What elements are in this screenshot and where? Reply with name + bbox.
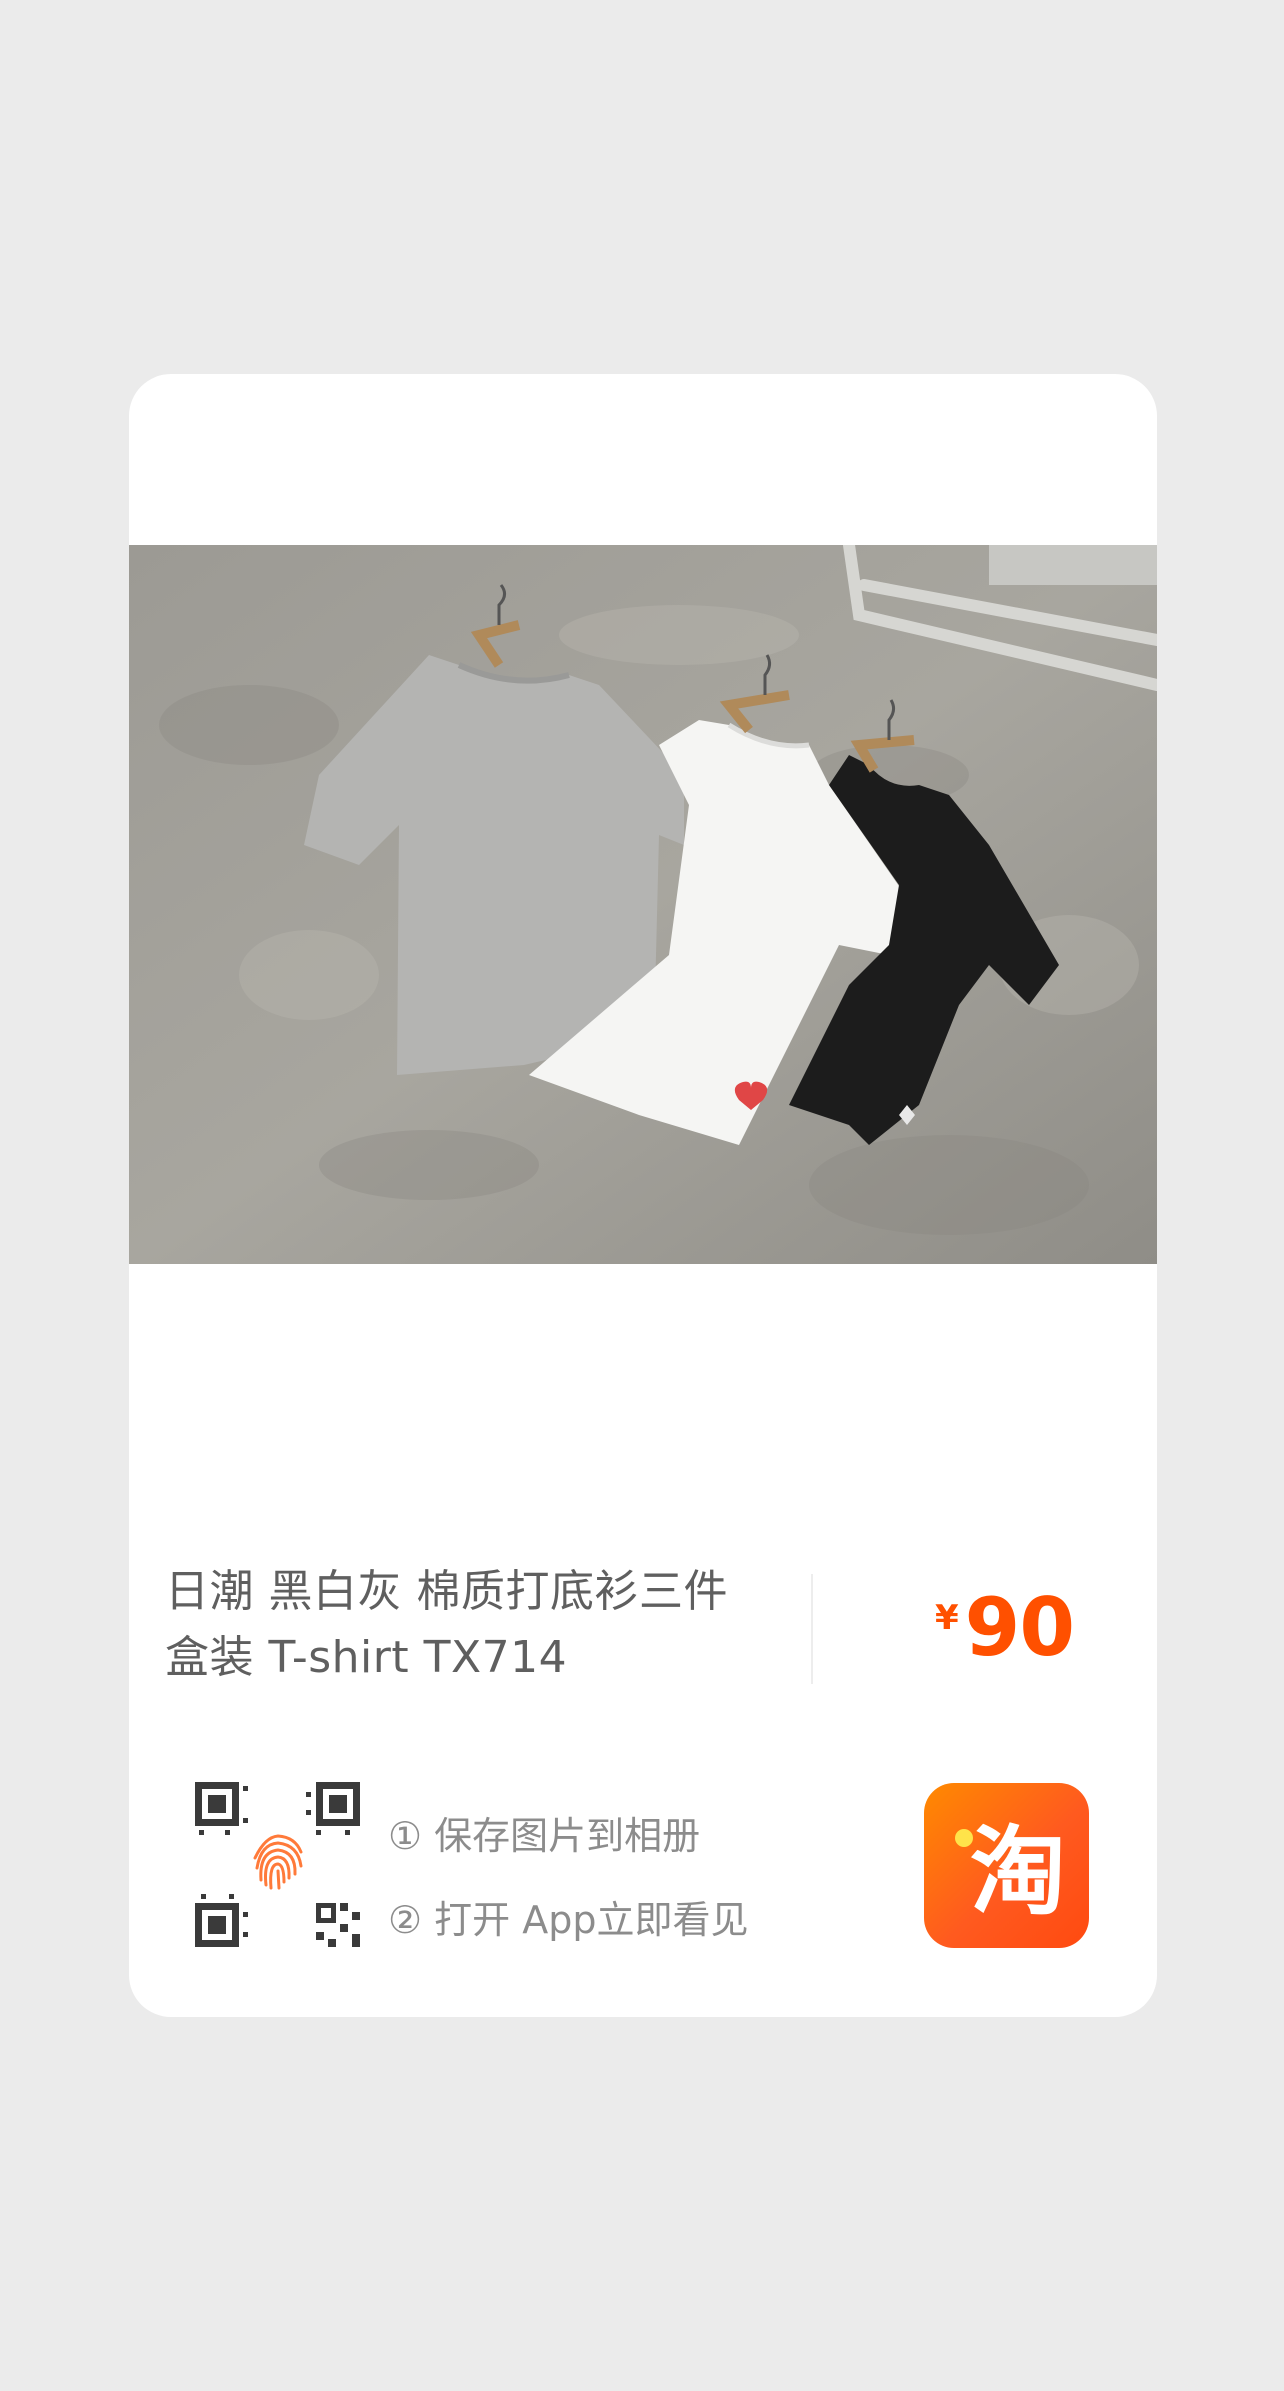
share-steps: ① 保存图片到相册 ② 打开 App立即看见 xyxy=(388,1794,748,1962)
taobao-logo-glyph: 淘 xyxy=(970,1816,1066,1928)
divider xyxy=(811,1574,813,1684)
product-title: 日潮 黑白灰 棉质打底衫三件盒装 T-shirt TX714 xyxy=(165,1566,728,1683)
taobao-logo-icon[interactable]: 淘 xyxy=(924,1783,1089,1948)
step-open-app: ② 打开 App立即看见 xyxy=(388,1898,749,1942)
price-currency: ¥ xyxy=(935,1598,959,1638)
product-image[interactable] xyxy=(129,545,1157,1264)
qr-fingerprint-icon xyxy=(195,1782,360,1947)
step-save-image: ① 保存图片到相册 xyxy=(388,1814,701,1858)
price-amount: 90 xyxy=(964,1581,1075,1674)
product-price: ¥90 xyxy=(935,1581,1075,1674)
share-card: 日潮 黑白灰 棉质打底衫三件盒装 T-shirt TX714 ¥90 ① 保存图… xyxy=(129,374,1157,2017)
